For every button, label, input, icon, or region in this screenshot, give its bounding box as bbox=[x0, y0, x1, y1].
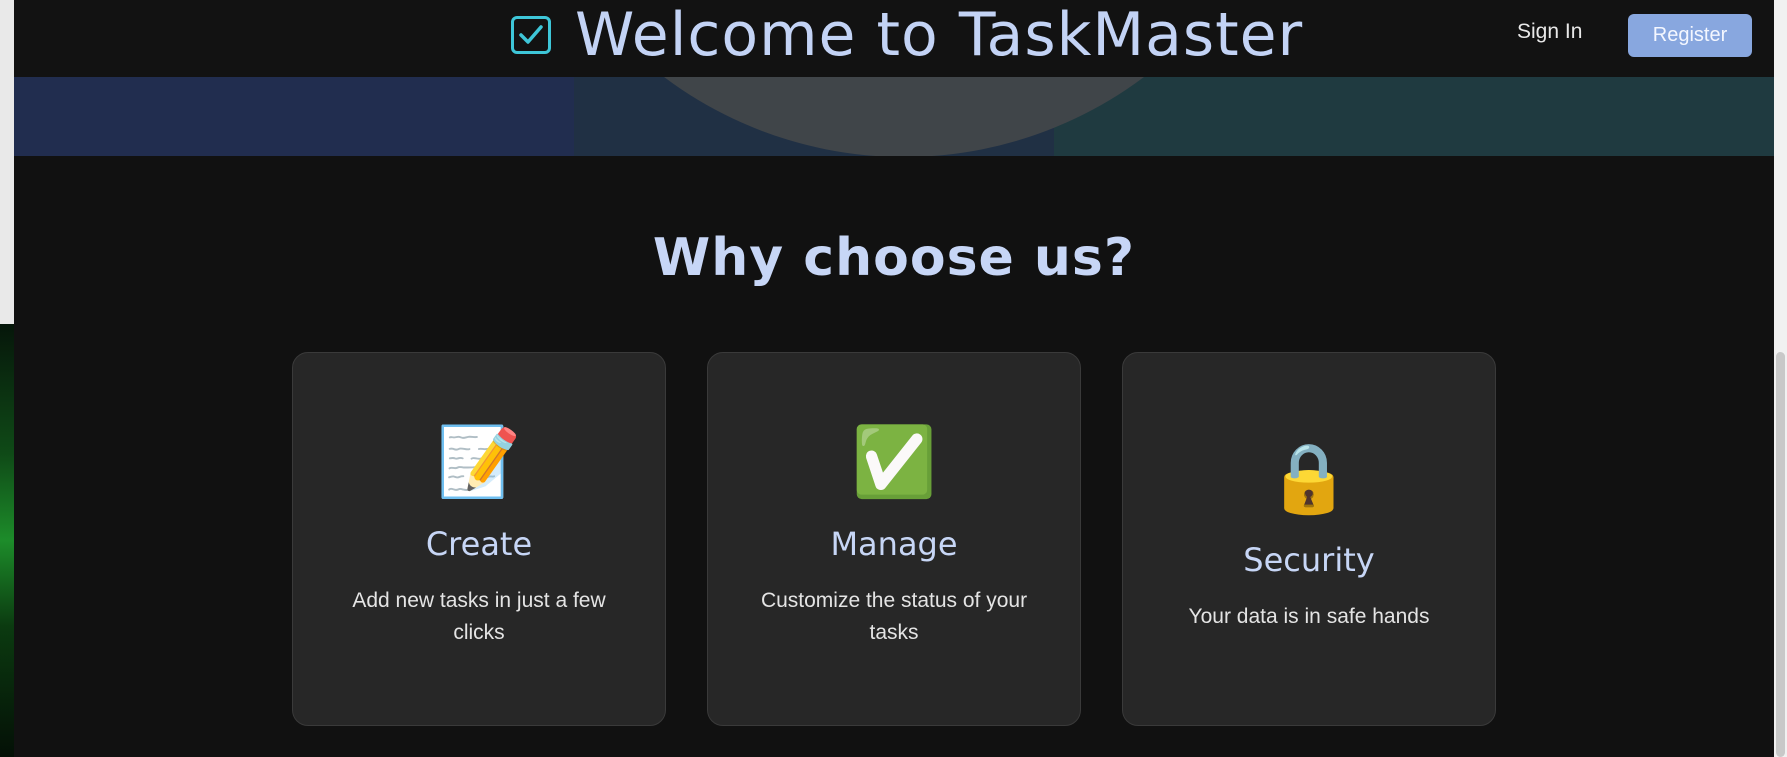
feature-card-description: Your data is in safe hands bbox=[1188, 605, 1430, 628]
hero-shape-right bbox=[1054, 77, 1774, 156]
feature-card-description: Customize the status of your tasks bbox=[760, 589, 1028, 644]
features-heading: Why choose us? bbox=[652, 228, 1136, 288]
feature-card-title: Security bbox=[1243, 541, 1375, 579]
sign-in-button[interactable]: Sign In bbox=[1517, 20, 1582, 44]
page: Welcome to TaskMaster Sign In Register W… bbox=[14, 0, 1774, 757]
checkbox-icon bbox=[511, 16, 551, 54]
register-button[interactable]: Register bbox=[1628, 14, 1752, 57]
page-title: Welcome to TaskMaster bbox=[575, 0, 1304, 70]
feature-card-create: 📝 Create Add new tasks in just a few cli… bbox=[292, 352, 666, 726]
check-mark-button-icon: ✅ bbox=[851, 423, 937, 502]
brand[interactable]: Welcome to TaskMaster bbox=[511, 0, 1303, 70]
vertical-scrollbar[interactable] bbox=[1774, 0, 1787, 757]
navbar: Welcome to TaskMaster Sign In Register bbox=[14, 0, 1774, 77]
scrollbar-thumb[interactable] bbox=[1776, 352, 1785, 757]
lock-icon: 🔒 bbox=[1266, 439, 1352, 518]
desktop-wallpaper bbox=[0, 324, 14, 757]
feature-card-manage: ✅ Manage Customize the status of your ta… bbox=[707, 352, 1081, 726]
hero-banner bbox=[14, 77, 1774, 156]
feature-card-title: Create bbox=[425, 525, 533, 563]
hero-shape-left bbox=[14, 77, 574, 156]
memo-pencil-icon: 📝 bbox=[436, 423, 522, 502]
feature-card-security: 🔒 Security Your data is in safe hands bbox=[1122, 352, 1496, 726]
feature-card-description: Add new tasks in just a few clicks bbox=[352, 589, 606, 644]
desktop-background-strip bbox=[0, 0, 14, 757]
feature-card-title: Manage bbox=[830, 525, 958, 563]
